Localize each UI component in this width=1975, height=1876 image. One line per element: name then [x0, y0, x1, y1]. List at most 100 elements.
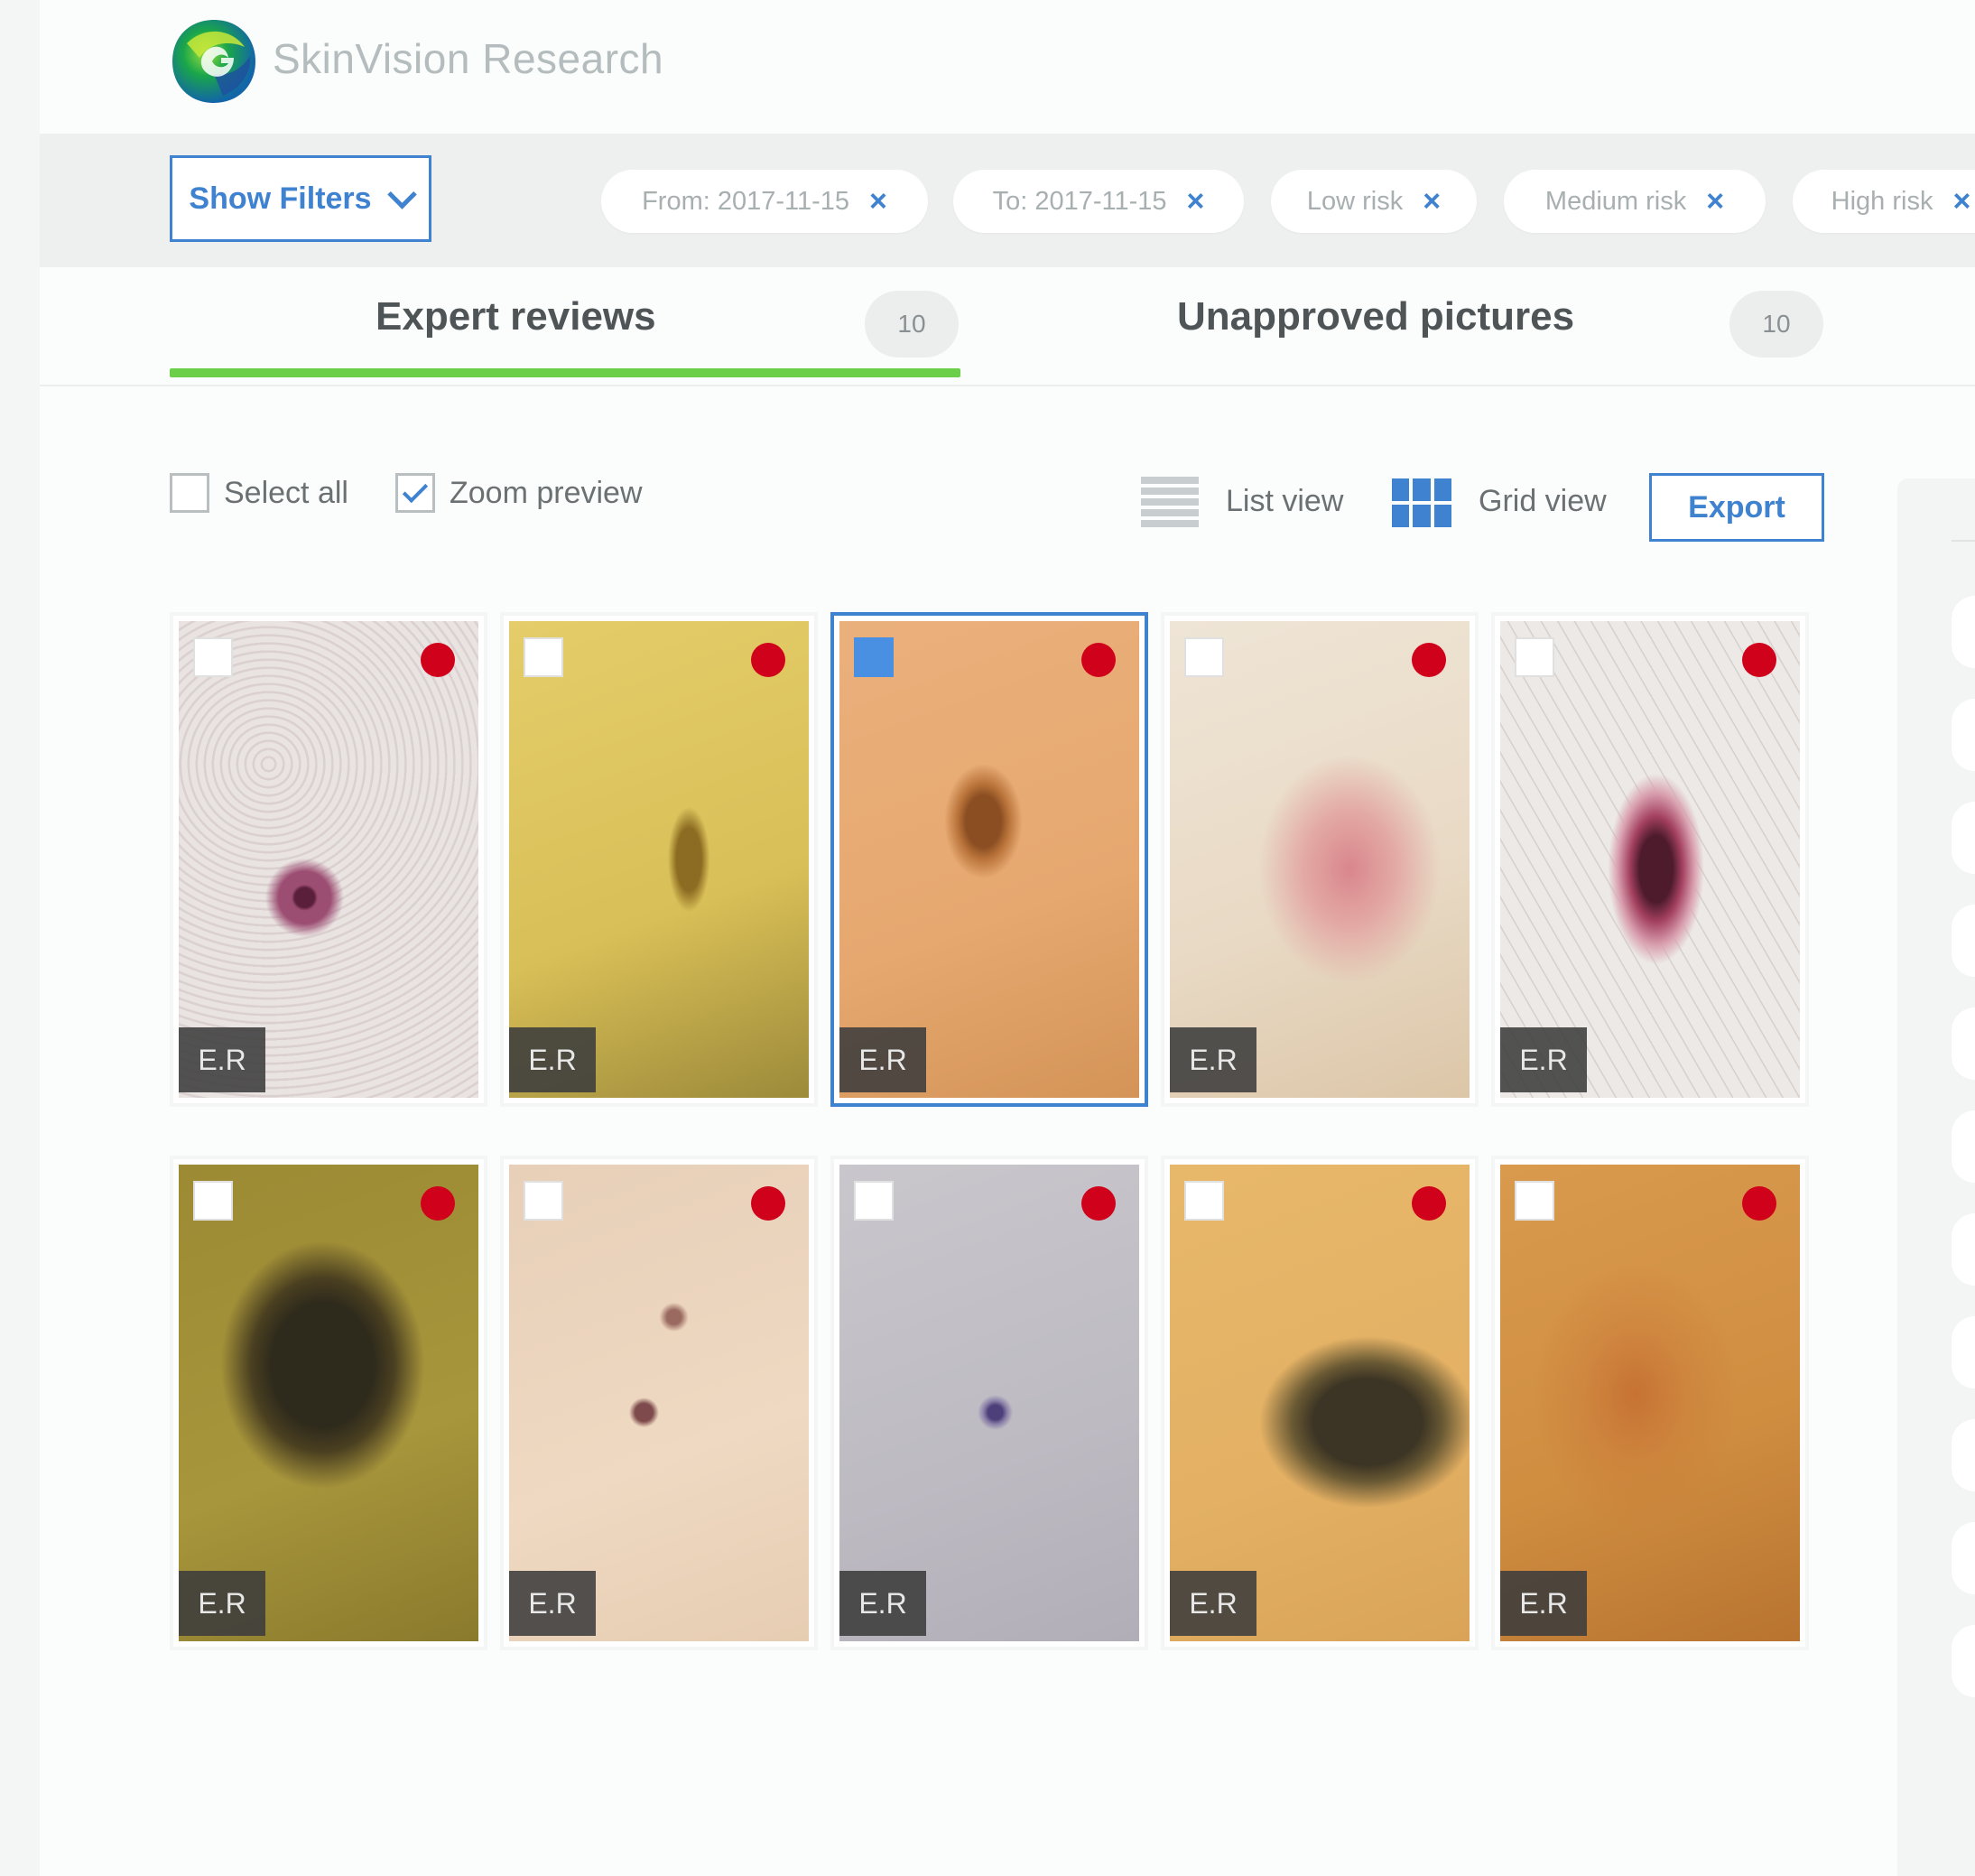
high-risk-indicator	[421, 1186, 455, 1221]
list-view-icon[interactable]	[1141, 477, 1199, 529]
image-tile[interactable]: E.R	[500, 612, 818, 1107]
skin-lesion-image	[1170, 1165, 1470, 1641]
zoom-preview-checkbox[interactable]	[395, 473, 435, 513]
zoom-preview-label: Zoom preview	[450, 475, 643, 510]
image-tile[interactable]: E.R	[1161, 612, 1479, 1107]
grid-view-button[interactable]: Grid view	[1479, 484, 1607, 519]
show-filters-button[interactable]: Show Filters	[170, 155, 431, 242]
image-tile[interactable]: E.R	[1491, 612, 1809, 1107]
tile-checkbox[interactable]	[524, 637, 563, 677]
divider	[1952, 540, 1975, 542]
high-risk-indicator	[421, 643, 455, 677]
tile-checkbox[interactable]	[193, 637, 233, 677]
tile-badge: E.R	[179, 1571, 265, 1636]
tab-bar: Expert reviews 10 Unapproved pictures 10	[40, 267, 1975, 386]
active-tab-indicator	[170, 368, 960, 377]
export-button[interactable]: Export	[1649, 473, 1824, 542]
remove-filter-icon[interactable]: ×	[1952, 186, 1970, 217]
filter-chip-label: High risk	[1831, 186, 1933, 216]
remove-filter-icon[interactable]: ×	[1187, 186, 1205, 217]
skin-lesion-image	[839, 1165, 1139, 1641]
skinvision-logo-icon	[172, 20, 255, 103]
panel-item[interactable]	[1952, 1522, 1975, 1594]
high-risk-indicator	[1081, 1186, 1116, 1221]
skin-lesion-image	[1170, 621, 1470, 1098]
grid-view-label: Grid view	[1479, 484, 1607, 518]
brand-name: SkinVision Research	[273, 35, 664, 82]
panel-item[interactable]	[1952, 1419, 1975, 1491]
high-risk-indicator	[1412, 643, 1446, 677]
panel-item[interactable]	[1952, 905, 1975, 977]
filter-chip-label: Low risk	[1306, 186, 1404, 216]
tab-label: Unapproved pictures	[1177, 294, 1575, 339]
skin-lesion-image	[1500, 1165, 1800, 1641]
tab-label: Expert reviews	[376, 294, 656, 339]
filter-chip-label: From: 2017-11-15	[642, 186, 850, 216]
filter-chip-to: To: 2017-11-15 ×	[953, 170, 1244, 233]
tile-badge: E.R	[839, 1571, 926, 1636]
filter-chip-medium-risk: Medium risk ×	[1504, 170, 1766, 233]
high-risk-indicator	[1742, 643, 1776, 677]
tile-checkbox[interactable]	[854, 1181, 894, 1221]
filter-chip-label: To: 2017-11-15	[992, 186, 1167, 216]
panel-item[interactable]	[1952, 596, 1975, 668]
skin-lesion-image	[509, 1165, 809, 1641]
tile-badge: E.R	[839, 1027, 926, 1092]
skin-lesion-image	[179, 621, 478, 1098]
panel-item[interactable]	[1952, 1625, 1975, 1697]
panel-item[interactable]	[1952, 699, 1975, 771]
high-risk-indicator	[1081, 643, 1116, 677]
tile-checkbox[interactable]	[193, 1181, 233, 1221]
skin-lesion-image	[1500, 621, 1800, 1098]
tile-badge: E.R	[179, 1027, 265, 1092]
list-view-button[interactable]: List view	[1226, 484, 1343, 519]
filter-chip-from: From: 2017-11-15 ×	[601, 170, 928, 233]
tile-checkbox[interactable]	[524, 1181, 563, 1221]
chevron-down-icon	[386, 179, 417, 209]
select-all-control[interactable]: Select all	[170, 473, 348, 513]
side-panel	[1897, 478, 1975, 1876]
tile-badge: E.R	[509, 1571, 596, 1636]
high-risk-indicator	[1412, 1186, 1446, 1221]
panel-item[interactable]	[1952, 1110, 1975, 1183]
grid-view-icon[interactable]	[1392, 478, 1451, 527]
image-tile[interactable]: E.R	[830, 1156, 1148, 1650]
tile-checkbox[interactable]	[1184, 1181, 1224, 1221]
high-risk-indicator	[751, 643, 785, 677]
filter-chip-label: Medium risk	[1544, 186, 1687, 216]
tab-count-badge: 10	[865, 291, 959, 358]
high-risk-indicator	[751, 1186, 785, 1221]
tile-checkbox[interactable]	[854, 637, 894, 677]
skin-lesion-image	[179, 1165, 478, 1641]
remove-filter-icon[interactable]: ×	[869, 186, 887, 217]
skin-lesion-image	[509, 621, 809, 1098]
image-tile[interactable]: E.R	[1161, 1156, 1479, 1650]
tab-count-badge: 10	[1729, 291, 1823, 358]
list-view-label: List view	[1226, 484, 1344, 518]
tile-badge: E.R	[1170, 1571, 1256, 1636]
tile-badge: E.R	[1500, 1571, 1587, 1636]
tile-checkbox[interactable]	[1515, 637, 1554, 677]
panel-item[interactable]	[1952, 1213, 1975, 1286]
remove-filter-icon[interactable]: ×	[1423, 186, 1441, 217]
filter-bar: Show Filters From: 2017-11-15 × To: 2017…	[40, 134, 1975, 267]
zoom-preview-control[interactable]: Zoom preview	[395, 473, 643, 513]
panel-item[interactable]	[1952, 802, 1975, 874]
high-risk-indicator	[1742, 1186, 1776, 1221]
tile-badge: E.R	[1170, 1027, 1256, 1092]
show-filters-label: Show Filters	[189, 181, 372, 216]
image-tile[interactable]: E.R	[170, 1156, 487, 1650]
image-tile[interactable]: E.R	[830, 612, 1148, 1107]
tile-checkbox[interactable]	[1184, 637, 1224, 677]
image-tile[interactable]: E.R	[1491, 1156, 1809, 1650]
tile-badge: E.R	[509, 1027, 596, 1092]
select-all-checkbox[interactable]	[170, 473, 209, 513]
tile-checkbox[interactable]	[1515, 1181, 1554, 1221]
panel-item[interactable]	[1952, 1008, 1975, 1080]
remove-filter-icon[interactable]: ×	[1706, 186, 1724, 217]
image-tile[interactable]: E.R	[500, 1156, 818, 1650]
page: SkinVision Research Show Filters From: 2…	[40, 0, 1975, 1876]
image-tile[interactable]: E.R	[170, 612, 487, 1107]
filter-chip-low-risk: Low risk ×	[1271, 170, 1477, 233]
panel-item[interactable]	[1952, 1316, 1975, 1388]
